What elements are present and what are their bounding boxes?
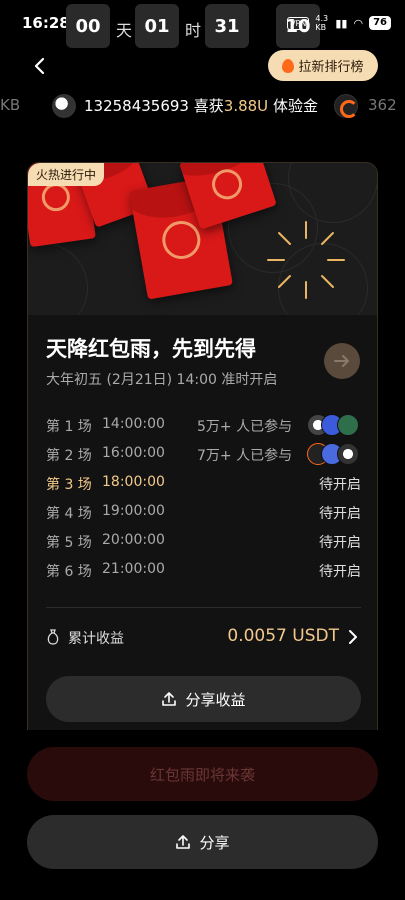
status-badge: 火热进行中 — [28, 163, 105, 186]
session-time: 16:00:00 — [102, 445, 165, 461]
divider — [46, 607, 361, 608]
countdown-hour-unit: 时 — [185, 21, 202, 40]
session-status: 待开启 — [319, 506, 361, 522]
session-list: 第 1 场 14:00:00 5万+ 人已参与 第 2 场 16:00:00 7… — [46, 411, 361, 585]
session-time: 20:00:00 — [102, 532, 165, 548]
earnings-value: 0.0057 USDT — [227, 626, 339, 646]
session-label: 第 4 场 — [46, 506, 92, 522]
go-button[interactable] — [324, 343, 360, 379]
chevron-right-icon — [349, 630, 357, 644]
earnings-label: 累计收益 — [68, 631, 124, 647]
share-button-label: 分享 — [199, 833, 230, 852]
ticker-verb: 喜获 — [193, 97, 224, 115]
ticker-reward: 体验金 — [272, 97, 318, 115]
fire-icon — [282, 58, 295, 73]
event-time: 大年初五 (2月21日) 14:00 准时开启 — [46, 372, 278, 388]
sparkle-icon — [267, 221, 345, 299]
session-status: 待开启 — [319, 564, 361, 580]
avatar — [334, 94, 358, 118]
battery-icon: 76 — [369, 16, 391, 30]
session-row: 第 6 场 21:00:00 待开启 — [46, 556, 361, 585]
ticker-left-fragment: KB — [0, 96, 21, 114]
session-row: 第 5 场 20:00:00 待开启 — [46, 527, 361, 556]
session-label: 第 2 场 — [46, 448, 92, 464]
session-label: 第 5 场 — [46, 535, 92, 551]
ticker-message: 13258435693 喜获3.88U 体验金 — [84, 95, 318, 116]
countdown-hours: 01 — [135, 4, 179, 48]
earnings-row[interactable]: 累计收益 0.0057 USDT — [46, 625, 361, 649]
session-row: 第 2 场 16:00:00 7万+ 人已参与 — [46, 440, 361, 469]
signal-icon: ▮▮ — [335, 16, 348, 30]
session-row: 第 3 场 18:00:00 待开启 — [46, 469, 361, 498]
session-time: 18:00:00 — [102, 474, 165, 490]
wifi-icon: ◠ — [353, 16, 364, 30]
share-earnings-button[interactable]: 分享收益 — [46, 676, 361, 722]
session-time: 21:00:00 — [102, 561, 165, 577]
session-status: 待开启 — [319, 535, 361, 551]
money-bag-icon — [47, 629, 59, 645]
system-icons: VPN 4.3 KB ▮▮ ◠ 76 — [287, 14, 391, 32]
session-participants: 7万+ 人已参与 — [197, 448, 293, 464]
rank-button-label: 拉新排行榜 — [298, 60, 364, 75]
session-status: 待开启 — [319, 477, 361, 493]
session-participants: 5万+ 人已参与 — [197, 419, 293, 435]
winner-ticker: KB 13258435693 喜获3.88U 体验金 362 — [0, 88, 405, 124]
session-time: 19:00:00 — [102, 503, 165, 519]
session-time: 14:00:00 — [102, 416, 165, 432]
share-button[interactable]: 分享 — [27, 815, 378, 869]
share-icon — [176, 835, 191, 849]
countdown-days: 00 — [66, 4, 110, 48]
session-label: 第 6 场 — [46, 564, 92, 580]
countdown-minutes: 31 — [205, 4, 249, 48]
share-earnings-label: 分享收益 — [185, 690, 246, 709]
chevron-left-icon[interactable] — [30, 56, 50, 76]
vpn-icon: VPN — [287, 16, 310, 30]
session-row: 第 4 场 19:00:00 待开启 — [46, 498, 361, 527]
banner: 火热进行中 — [28, 163, 377, 315]
red-packet-rain-button[interactable]: 红包雨即将来袭 — [27, 747, 378, 801]
net-speed: 4.3 KB — [315, 14, 329, 32]
participant-avatars — [307, 414, 361, 436]
arrow-right-icon — [334, 355, 349, 367]
session-row: 第 1 场 14:00:00 5万+ 人已参与 — [46, 411, 361, 440]
countdown-day-unit: 天 — [116, 21, 133, 40]
rank-button[interactable]: 拉新排行榜 — [268, 50, 378, 81]
page-title: 天降红包雨，先到先得 — [46, 337, 256, 361]
participant-avatars — [307, 443, 361, 465]
share-icon — [162, 692, 177, 706]
avatar — [52, 94, 76, 118]
session-label: 第 3 场 — [46, 477, 92, 493]
rain-button-label: 红包雨即将来袭 — [149, 765, 255, 784]
ticker-right-fragment: 362 — [368, 96, 397, 114]
ticker-phone: 13258435693 — [84, 97, 189, 115]
session-label: 第 1 场 — [46, 419, 92, 435]
status-bar: 16:28 00 天 01 时 31 10 VPN 4.3 KB ▮▮ ◠ 76 — [0, 0, 405, 48]
status-time: 16:28 — [22, 14, 70, 32]
ticker-amount: 3.88U — [223, 97, 269, 115]
